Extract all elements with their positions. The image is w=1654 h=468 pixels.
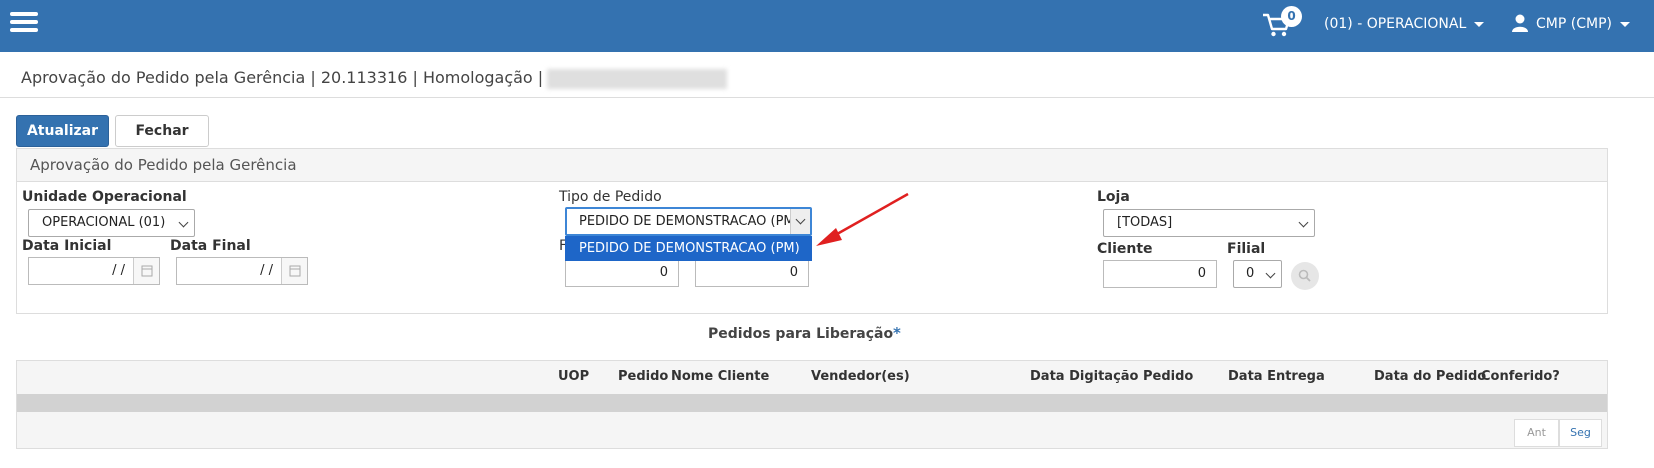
chevron-down-icon: [178, 217, 189, 228]
grid-header: UOP Pedido Nome Cliente Vendedor(es) Dat…: [17, 361, 1607, 394]
chevron-down-icon: [1265, 268, 1276, 279]
col-data-pedido[interactable]: Data do Pedido: [1374, 369, 1486, 384]
table-row[interactable]: [17, 394, 1607, 412]
page-breadcrumb: Aprovação do Pedido pela Gerência | 20.1…: [21, 68, 728, 89]
chevron-down-icon: [1298, 217, 1309, 228]
cliente-label: Cliente: [1097, 241, 1153, 257]
user-menu-label: CMP (CMP): [1536, 16, 1612, 32]
data-final-field[interactable]: / /: [176, 257, 308, 285]
caret-down-icon: [1619, 21, 1630, 27]
filial-value: 0: [1246, 266, 1255, 281]
data-inicial-value: / /: [112, 263, 125, 278]
unidade-value: OPERACIONAL (01): [42, 215, 166, 230]
unidade-select[interactable]: OPERACIONAL (01): [28, 209, 195, 237]
panel-title: Aprovação do Pedido pela Gerência: [30, 156, 297, 174]
data-final-label: Data Final: [170, 238, 251, 254]
data-final-value: / /: [260, 263, 273, 278]
close-button[interactable]: Fechar: [115, 115, 209, 147]
dropdown-toggle[interactable]: [790, 209, 810, 234]
loja-label: Loja: [1097, 189, 1130, 205]
caret-down-icon: [1474, 21, 1485, 27]
data-inicial-field[interactable]: / /: [28, 257, 160, 285]
filial-label: Filial: [1227, 241, 1266, 257]
col-pedido[interactable]: Pedido: [618, 369, 668, 384]
required-mark: *: [893, 324, 901, 342]
user-menu[interactable]: CMP (CMP): [1536, 16, 1630, 32]
loja-value: [TODAS]: [1117, 215, 1173, 230]
annotation-arrow: [816, 192, 909, 246]
numero-inicial-input[interactable]: 0: [565, 259, 679, 287]
top-navbar: 0 (01) - OPERACIONAL CMP (CMP): [0, 0, 1654, 52]
search-icon: [1298, 269, 1311, 282]
divider: [0, 97, 1654, 98]
breadcrumb-text: Aprovação do Pedido pela Gerência | 20.1…: [21, 68, 544, 87]
col-conferido[interactable]: Conferido?: [1481, 369, 1560, 384]
tipo-pedido-option[interactable]: PEDIDO DE DEMONSTRACAO (PM): [565, 236, 812, 261]
pager-next-button[interactable]: Seg: [1559, 419, 1602, 447]
unidade-label: Unidade Operacional: [22, 189, 187, 205]
data-inicial-label: Data Inicial: [22, 238, 112, 254]
unit-menu[interactable]: (01) - OPERACIONAL: [1324, 16, 1485, 32]
user-icon: [1512, 14, 1528, 32]
unit-menu-label: (01) - OPERACIONAL: [1324, 16, 1467, 32]
orders-grid: UOP Pedido Nome Cliente Vendedor(es) Dat…: [16, 360, 1608, 449]
col-vendedores[interactable]: Vendedor(es): [811, 369, 910, 384]
search-client-button[interactable]: [1291, 262, 1319, 290]
cart-count-badge: 0: [1281, 6, 1302, 27]
cliente-input[interactable]: 0: [1103, 260, 1217, 288]
numero-final-input[interactable]: 0: [695, 259, 809, 287]
calendar-icon[interactable]: [133, 258, 159, 284]
refresh-button[interactable]: Atualizar: [16, 115, 109, 147]
loja-select[interactable]: [TODAS]: [1103, 209, 1315, 237]
pager-prev-button[interactable]: Ant: [1514, 419, 1559, 447]
hamburger-menu-icon[interactable]: [10, 12, 38, 32]
col-uop[interactable]: UOP: [558, 369, 589, 384]
tipo-pedido-select[interactable]: PEDIDO DE DEMONSTRACAO (PM): [565, 207, 812, 236]
blurred-company-name: [547, 68, 728, 89]
col-data-digitacao[interactable]: Data Digitação Pedido: [1030, 369, 1193, 384]
orders-section-title: Pedidos para Liberação: [708, 326, 894, 342]
panel-header: Aprovação do Pedido pela Gerência: [17, 149, 1607, 182]
col-nome-cliente[interactable]: Nome Cliente: [671, 369, 769, 384]
calendar-icon[interactable]: [281, 258, 307, 284]
tipo-pedido-value: PEDIDO DE DEMONSTRACAO (PM): [579, 214, 800, 229]
filial-select[interactable]: 0: [1233, 260, 1282, 288]
col-data-entrega[interactable]: Data Entrega: [1228, 369, 1325, 384]
tipo-pedido-label: Tipo de Pedido: [559, 189, 662, 205]
chevron-down-icon: [795, 214, 806, 225]
